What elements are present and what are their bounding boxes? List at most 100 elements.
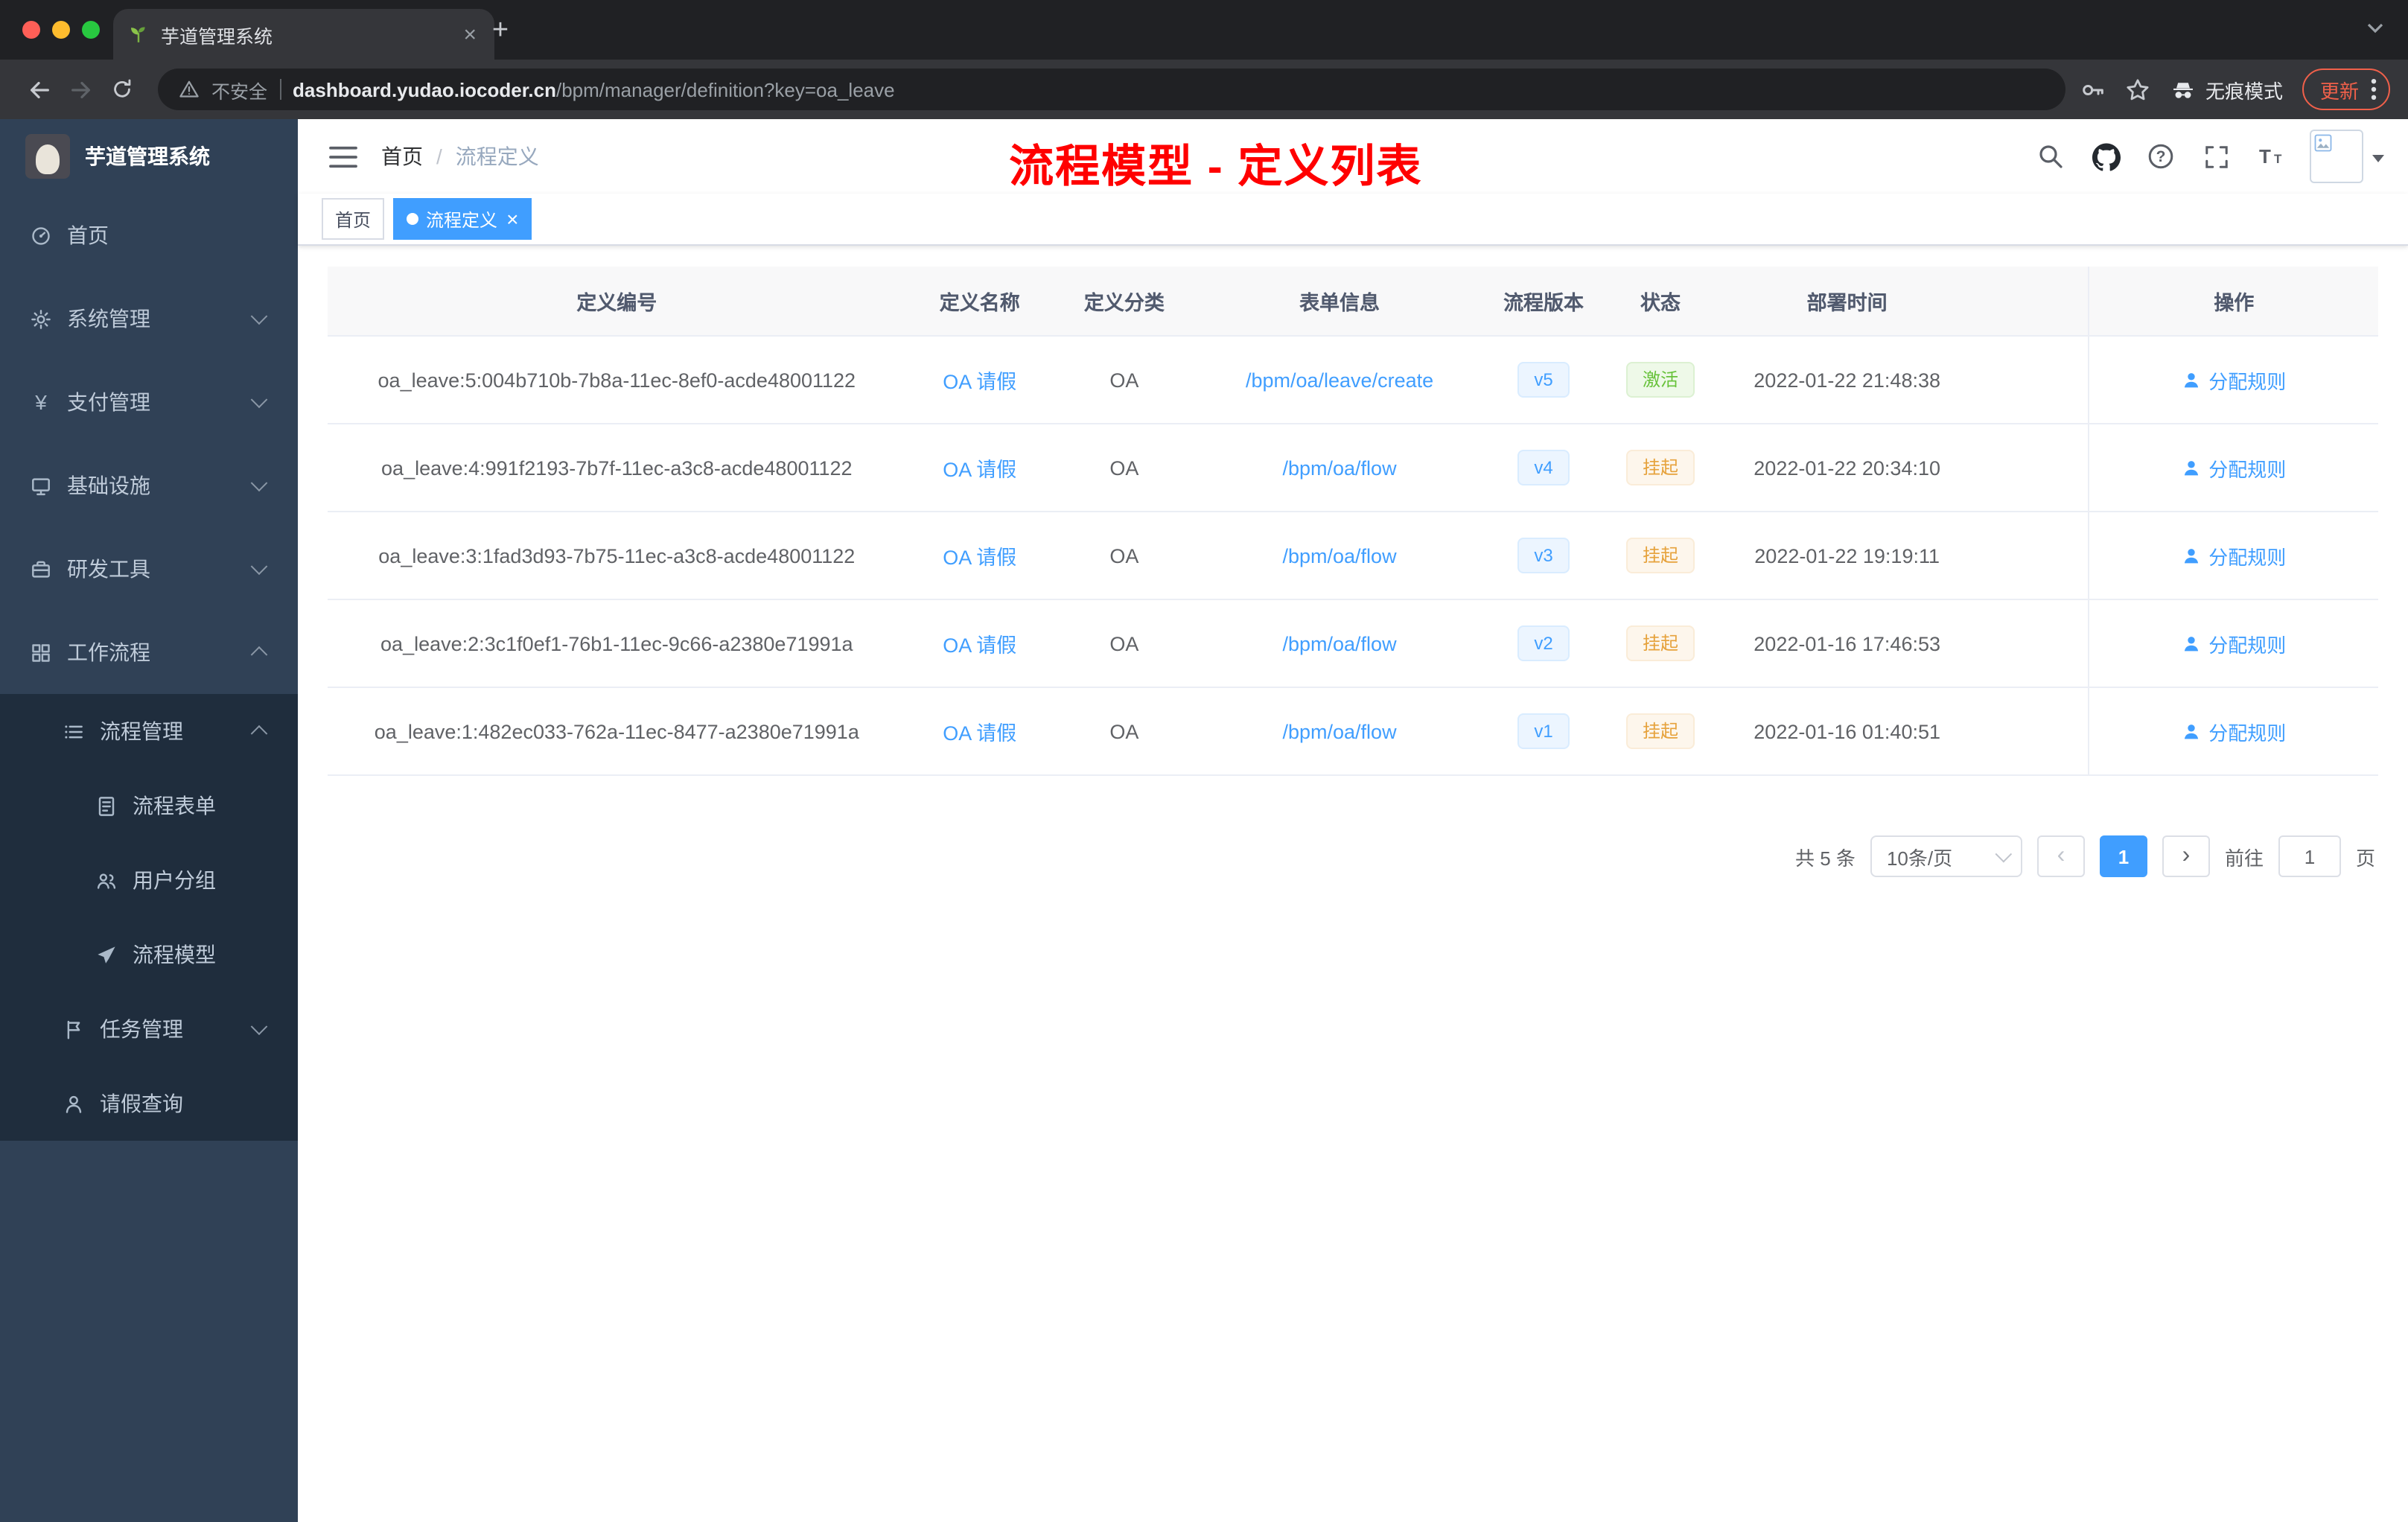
version-cell: v4: [1484, 424, 1603, 512]
version-badge: v1: [1517, 713, 1570, 749]
page-1-button[interactable]: 1: [2099, 835, 2147, 877]
sidebar-item-label: 首页: [67, 223, 109, 247]
page-size-select[interactable]: 10条/页: [1870, 835, 2022, 877]
definition-name-link[interactable]: OA 请假: [943, 459, 1016, 481]
back-button[interactable]: [18, 69, 60, 110]
deploy-time: 2022-01-16 17:46:53: [1718, 599, 1977, 688]
definition-name-cell: OA 请假: [905, 512, 1054, 600]
incognito-label: 无痕模式: [2205, 80, 2283, 102]
security-label[interactable]: 不安全: [211, 75, 267, 104]
close-window-button[interactable]: [22, 21, 40, 39]
user-icon: [2182, 546, 2201, 565]
sidebar-item[interactable]: 系统管理: [0, 277, 298, 360]
deploy-time: 2022-01-22 21:48:38: [1718, 336, 1977, 424]
help-icon[interactable]: ?: [2144, 140, 2177, 173]
assign-rule-link[interactable]: 分配规则: [2182, 541, 2286, 570]
next-page-button[interactable]: ›: [2162, 835, 2210, 877]
column-header: 定义名称: [905, 267, 1054, 337]
sidebar-item[interactable]: 基础设施: [0, 444, 298, 527]
text-size-icon[interactable]: TT: [2255, 140, 2287, 173]
zoom-window-button[interactable]: [82, 21, 100, 39]
form-link[interactable]: /bpm/oa/leave/create: [1246, 369, 1433, 391]
form-link[interactable]: /bpm/oa/flow: [1283, 456, 1397, 479]
goto-label: 前往: [2224, 847, 2264, 869]
form-link[interactable]: /bpm/oa/flow: [1283, 632, 1397, 655]
form-link[interactable]: /bpm/oa/flow: [1283, 720, 1397, 742]
model-icon: [95, 943, 118, 966]
browser-tab[interactable]: 芋道管理系统 ×: [113, 9, 494, 60]
goto-page-input[interactable]: [2278, 835, 2341, 877]
definition-name-cell: OA 请假: [905, 599, 1054, 688]
omnibox-divider: [279, 79, 281, 100]
definition-name-link[interactable]: OA 请假: [943, 371, 1016, 393]
svg-text:T: T: [2274, 152, 2282, 166]
fullscreen-icon[interactable]: [2200, 140, 2232, 173]
github-icon[interactable]: [2089, 140, 2122, 173]
form-link[interactable]: /bpm/oa/flow: [1283, 544, 1397, 567]
close-tab-icon[interactable]: ×: [460, 23, 480, 45]
sidebar-item-label: 请假查询: [100, 1092, 183, 1115]
action-cell: 分配规则: [2088, 336, 2378, 424]
status-cell: 挂起: [1602, 512, 1719, 600]
content: 定义编号 定义名称 定义分类 表单信息 流程版本 状态 部署时间 操作 oa_leave:5:…: [298, 246, 2408, 1522]
sidebar-item[interactable]: 流程管理: [0, 694, 298, 768]
status-badge: 挂起: [1626, 625, 1695, 661]
form-icon: [95, 795, 118, 817]
tags-view-bar: 首页 流程定义 ×: [298, 194, 2408, 246]
column-header: 定义编号: [328, 267, 906, 337]
list-icon: [63, 720, 85, 742]
forward-button[interactable]: [60, 69, 101, 110]
view-tag[interactable]: 首页: [322, 198, 385, 240]
user-icon: [2182, 370, 2201, 389]
address-bar[interactable]: 不安全 dashboard.yudao.iocoder.cn/bpm/manag…: [158, 69, 2065, 110]
sidebar-item[interactable]: 流程模型: [0, 917, 298, 992]
workflow-icon: [30, 641, 52, 663]
form-cell: /bpm/oa/flow: [1194, 687, 1485, 776]
assign-rule-link[interactable]: 分配规则: [2182, 453, 2286, 482]
avatar: [2310, 130, 2363, 183]
breadcrumb-current: 流程定义: [455, 144, 539, 168]
chevron-down-icon: [1995, 845, 2013, 863]
chevron-down-icon: [250, 474, 268, 492]
deploy-time: 2022-01-22 20:34:10: [1718, 424, 1977, 512]
minimize-window-button[interactable]: [52, 21, 70, 39]
reload-button[interactable]: [101, 69, 143, 110]
search-icon[interactable]: [2034, 140, 2067, 173]
assign-rule-link[interactable]: 分配规则: [2182, 366, 2286, 394]
prev-page-button[interactable]: ‹: [2036, 835, 2085, 877]
tag-label: 首页: [335, 209, 372, 230]
new-tab-button[interactable]: +: [480, 10, 521, 52]
sidebar-item[interactable]: ¥ 支付管理: [0, 360, 298, 444]
definition-name-link[interactable]: OA 请假: [943, 634, 1016, 657]
logo-avatar: [25, 134, 70, 179]
kebab-menu-icon[interactable]: [2365, 77, 2383, 101]
sidebar-item-label: 流程管理: [100, 719, 183, 743]
gear-icon: [30, 308, 52, 330]
view-tag[interactable]: 流程定义 ×: [393, 198, 532, 240]
sidebar-item[interactable]: 流程表单: [0, 768, 298, 843]
sidebar-item[interactable]: 首页: [0, 194, 298, 277]
user-avatar-menu[interactable]: [2310, 130, 2384, 183]
browser-toolbar: 不安全 dashboard.yudao.iocoder.cn/bpm/manag…: [0, 60, 2408, 119]
sidebar-item[interactable]: 任务管理: [0, 992, 298, 1066]
row-spacer: [1976, 336, 2089, 424]
sidebar-item[interactable]: 请假查询: [0, 1066, 298, 1141]
sidebar-item[interactable]: 工作流程: [0, 611, 298, 694]
status-badge: 挂起: [1626, 713, 1695, 749]
breadcrumb-home[interactable]: 首页: [381, 141, 423, 171]
definition-name-link[interactable]: OA 请假: [943, 547, 1016, 569]
tab-search-chevron-icon[interactable]: [2366, 15, 2384, 42]
top-navbar: 首页 / 流程定义 流程模型 - 定义列表 ? T T: [298, 119, 2408, 194]
sidebar-item[interactable]: 用户分组: [0, 843, 298, 917]
bookmark-star-icon[interactable]: [2125, 77, 2150, 102]
hamburger-icon[interactable]: [322, 136, 363, 177]
assign-rule-link[interactable]: 分配规则: [2182, 717, 2286, 745]
sidebar-item-label: 工作流程: [67, 640, 150, 664]
sidebar-item[interactable]: 研发工具: [0, 527, 298, 611]
update-chrome-button[interactable]: 更新: [2302, 69, 2390, 110]
assign-rule-link[interactable]: 分配规则: [2182, 629, 2286, 657]
close-tag-icon[interactable]: ×: [506, 208, 518, 229]
definition-name-link[interactable]: OA 请假: [943, 722, 1016, 745]
form-cell: /bpm/oa/flow: [1194, 599, 1485, 688]
password-key-icon[interactable]: [2080, 77, 2106, 102]
